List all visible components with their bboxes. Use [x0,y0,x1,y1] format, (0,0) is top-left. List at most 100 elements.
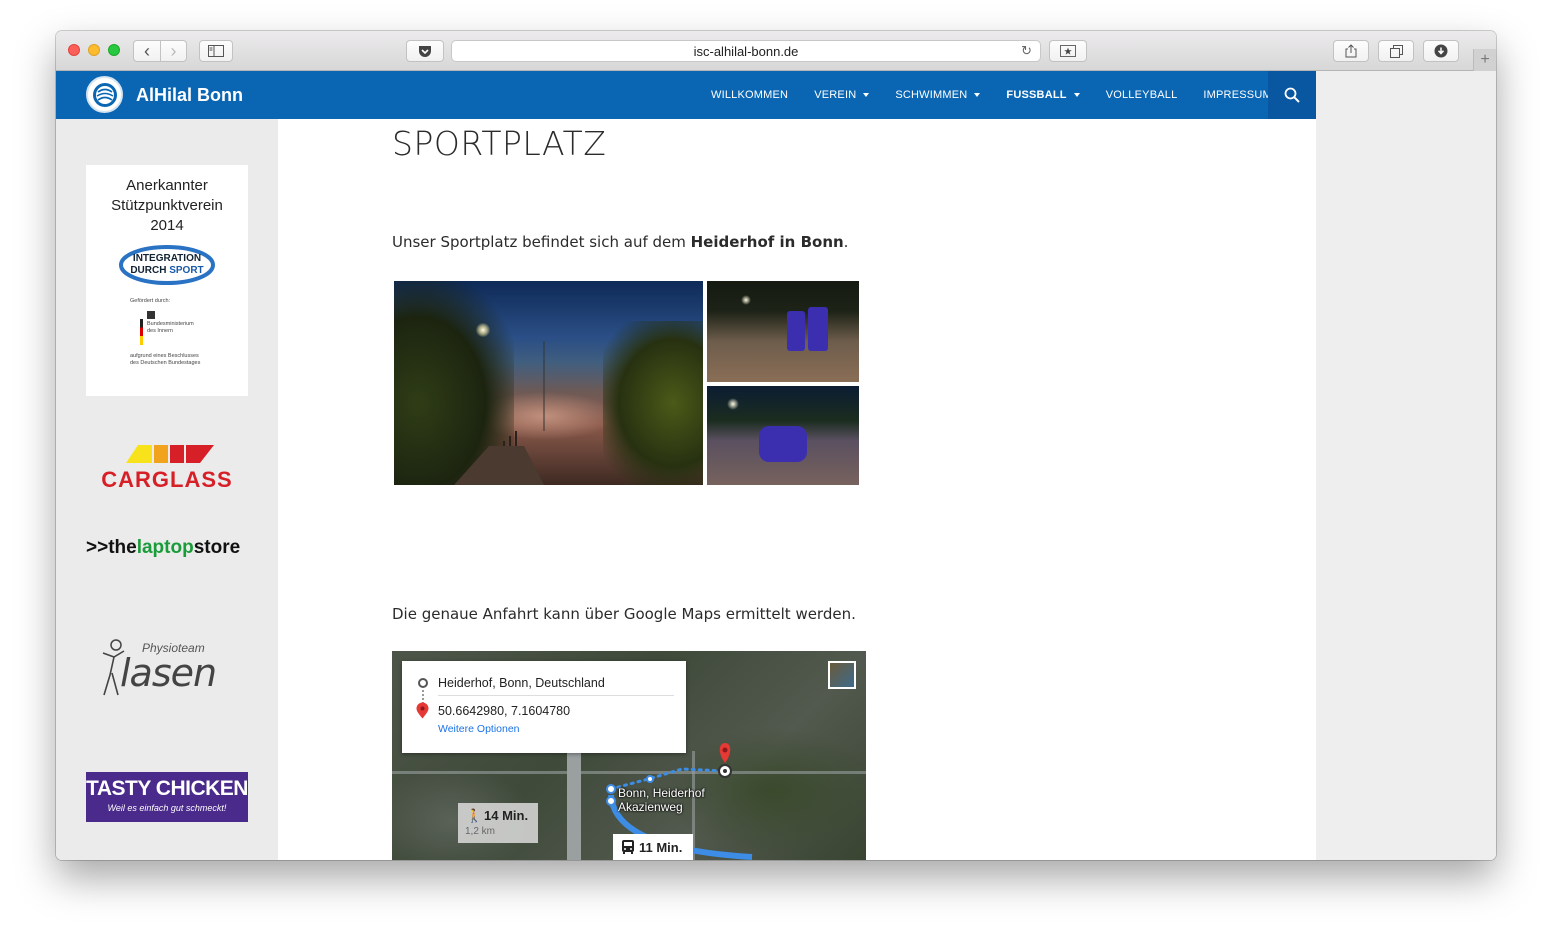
main-content: SPORTPLATZ Unser Sportplatz befindet sic… [278,119,1316,860]
downloads-button[interactable] [1423,40,1459,62]
main-menu: WILLKOMMEN VEREIN SCHWIMMEN FUSSBALL VOL… [698,71,1285,119]
page-title: SPORTPLATZ [392,124,607,163]
google-map-embed[interactable]: Heiderhof, Bonn, Deutschland 50.6642980,… [392,651,866,860]
minimize-window-button[interactable] [88,44,100,56]
back-button[interactable]: ‹ [134,41,160,61]
card-divider [438,695,674,696]
menu-label: VEREIN [814,89,857,101]
menu-item-fussball[interactable]: FUSSBALL [993,89,1092,101]
laptopstore-part-3: store [193,537,241,558]
carglass-stripes-icon [126,445,214,463]
tasty-chicken-title: TASTY CHICKEN [86,777,248,800]
satellite-toggle-button[interactable] [828,661,856,689]
show-sidebar-button[interactable] [199,40,233,62]
resolution-text: aufgrund eines Beschlusses des Deutschen… [130,353,201,366]
sportplatz-photo-team-huddle[interactable] [707,386,859,485]
origin-text: Heiderhof, Bonn, Deutschland [438,676,605,690]
chevron-right-icon: › [170,41,177,61]
dropdown-caret-icon [1073,93,1080,97]
reload-icon[interactable]: ↻ [1021,43,1032,59]
walking-time: 14 Min. [484,808,529,823]
history-navigation: ‹ › [133,40,187,62]
transit-time: 11 Min. [639,840,683,855]
search-icon [1284,87,1300,103]
plus-icon: + [1480,51,1490,68]
location-bold-text: Heiderhof in Bonn [690,233,844,251]
show-all-tabs-button[interactable] [1378,40,1414,62]
origin-marker-icon [418,678,428,688]
ids-line-1: INTEGRATION [132,253,202,264]
destination-text: 50.6642980, 7.1604780 [438,704,571,718]
sidebar-icon [208,45,224,57]
walking-icon: 🚶 [466,808,483,823]
more-options-link[interactable]: Weitere Optionen [438,723,520,735]
directions-card: Heiderhof, Bonn, Deutschland 50.6642980,… [402,661,686,753]
physioteam-klasen-sponsor-logo[interactable]: Physioteam lasen [100,637,240,697]
paragraph-text: . [843,233,849,251]
dropdown-caret-icon [974,93,981,97]
laptopstore-part-2: laptop [136,537,194,558]
player-figure [808,307,828,351]
klasen-text: lasen [120,651,217,695]
menu-item-volleyball[interactable]: VOLLEYBALL [1093,89,1191,101]
stop-label: Bonn, Heiderhof Akazienweg [618,786,705,814]
forward-button[interactable]: › [160,41,186,61]
menu-label: SCHWIMMEN [895,89,968,101]
integration-durch-sport-logo: INTEGRATION DURCH SPORT [119,244,215,286]
page-background-right [1316,71,1496,860]
team-huddle [759,426,807,462]
site-title[interactable]: AlHilal Bonn [136,85,243,106]
ids-line-2b: SPORT [169,265,204,276]
url-text: isc-alhilal-bonn.de [693,43,799,59]
stop-label-line-2: Akazienweg [618,800,683,814]
laptopstore-sponsor-logo[interactable]: >>thelaptopstore [86,537,248,561]
club-logo[interactable] [86,76,123,113]
close-window-button[interactable] [68,44,80,56]
menu-label: VOLLEYBALL [1105,89,1178,101]
transit-time-chip[interactable]: 11 Min. [613,834,693,860]
paragraph-text: Unser Sportplatz befindet sich auf dem [392,233,691,251]
address-bar[interactable]: isc-alhilal-bonn.de ↻ [451,40,1041,62]
site-header: AlHilal Bonn WILLKOMMEN VEREIN SCHWIMMEN… [56,71,1316,119]
stop-label-line-1: Bonn, Heiderhof [618,786,705,800]
walking-time-chip[interactable]: 🚶 14 Min. 1,2 km [458,803,538,843]
directions-paragraph: Die genaue Anfahrt kann über Google Maps… [392,605,856,623]
menu-item-willkommen[interactable]: WILLKOMMEN [698,89,801,101]
tabs-icon [1389,44,1403,58]
sponsor-sidebar: Anerkannter Stützpunktverein 2014 INTEGR… [56,119,278,860]
bus-icon [622,840,634,854]
search-button[interactable] [1268,71,1316,119]
menu-item-verein[interactable]: VEREIN [801,89,882,101]
download-icon [1434,44,1448,58]
menu-item-schwimmen[interactable]: SCHWIMMEN [882,89,993,101]
tasty-chicken-sponsor-logo[interactable]: TASTY CHICKEN Weil es einfach gut schmec… [86,772,248,822]
player-figure [787,311,805,351]
sportplatz-photo-players[interactable] [707,281,859,382]
eagle-icon [147,311,155,319]
integration-badge[interactable]: Anerkannter Stützpunktverein 2014 INTEGR… [86,165,248,396]
walking-distance: 1,2 km [465,826,496,837]
share-button[interactable] [1333,40,1369,62]
stairs-graphic [454,341,545,485]
favorites-button[interactable] [1049,40,1087,62]
crescent-logo-icon [92,82,117,107]
carglass-sponsor-logo[interactable]: CARGLASS [86,443,248,492]
funded-by-text: Gefördert durch: [130,298,171,304]
floodlight [727,398,739,410]
laptopstore-part-1: >>the [86,537,137,558]
dropdown-caret-icon [863,93,870,97]
floodlight [741,295,751,305]
tasty-chicken-slogan: Weil es einfach gut schmeckt! [107,803,227,813]
menu-label: WILLKOMMEN [711,89,789,101]
badge-title: Anerkannter Stützpunktverein 2014 [111,177,223,234]
sportplatz-photo-main[interactable] [394,281,703,485]
menu-label: IMPRESSUM [1203,89,1272,101]
location-paragraph: Unser Sportplatz befindet sich auf dem H… [392,233,848,251]
carglass-wordmark: CARGLASS [101,467,233,492]
browser-window: ‹ › isc-alhilal-bonn.de ↻ + AlHilal Bonn… [56,31,1496,860]
german-flag-icon [140,319,143,345]
pocket-button[interactable] [406,40,444,62]
zoom-window-button[interactable] [108,44,120,56]
chevron-left-icon: ‹ [144,41,150,61]
new-tab-button[interactable]: + [1473,49,1496,71]
